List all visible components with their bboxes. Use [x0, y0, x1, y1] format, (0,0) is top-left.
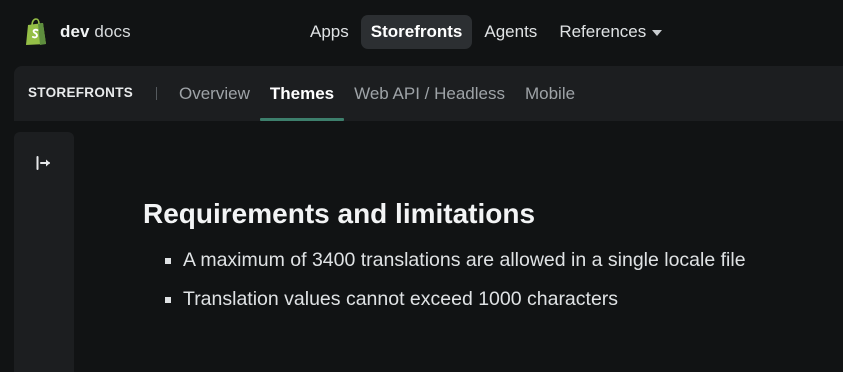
brand-name-bold: dev: [60, 22, 90, 41]
expand-sidebar-icon: [36, 156, 50, 170]
list-item-text: Translation values cannot exceed 1000 ch…: [183, 288, 619, 310]
tab-themes[interactable]: Themes: [259, 66, 345, 121]
primary-nav: Apps Storefronts Agents References: [300, 15, 674, 49]
shopify-bag-icon: [26, 18, 46, 45]
nav-item-label: Agents: [484, 22, 538, 41]
bullet-icon: [165, 297, 171, 303]
list-item-text: A maximum of 3400 translations are allow…: [183, 249, 746, 271]
limitations-list: A maximum of 3400 translations are allow…: [143, 241, 833, 319]
brand-name-regular: docs: [94, 22, 131, 41]
list-item: Translation values cannot exceed 1000 ch…: [143, 280, 833, 319]
tab-overview[interactable]: Overview: [169, 66, 260, 121]
nav-item-label: References: [559, 22, 647, 41]
brand-name: dev docs: [60, 22, 131, 42]
sidebar-collapsed: [14, 132, 74, 372]
nav-item-storefronts[interactable]: Storefronts: [360, 15, 473, 49]
list-item: A maximum of 3400 translations are allow…: [143, 241, 833, 280]
section-label: STOREFRONTS: [28, 85, 134, 100]
bullet-icon: [165, 258, 171, 264]
tab-mobile[interactable]: Mobile: [515, 66, 585, 121]
nav-item-label: Apps: [310, 22, 349, 41]
section-heading: Requirements and limitations: [143, 198, 536, 229]
brand-home-link[interactable]: dev docs: [24, 18, 131, 46]
caret-down-icon: [652, 30, 663, 36]
top-navigation-bar: dev docs Apps Storefronts Agents Referen…: [0, 0, 843, 66]
nav-item-references-dropdown[interactable]: References: [549, 15, 672, 49]
nav-item-label: Storefronts: [370, 22, 463, 41]
nav-item-apps[interactable]: Apps: [300, 15, 359, 49]
section-tab-bar: STOREFRONTS Overview Themes Web API / He…: [14, 66, 843, 121]
section-tabs: Overview Themes Web API / Headless Mobil…: [169, 66, 585, 121]
section-divider: [156, 87, 157, 100]
expand-sidebar-button[interactable]: [32, 151, 56, 175]
main-content: Requirements and limitations A maximum o…: [143, 195, 833, 319]
nav-item-agents[interactable]: Agents: [474, 15, 547, 49]
tab-web-api-headless[interactable]: Web API / Headless: [344, 66, 515, 121]
